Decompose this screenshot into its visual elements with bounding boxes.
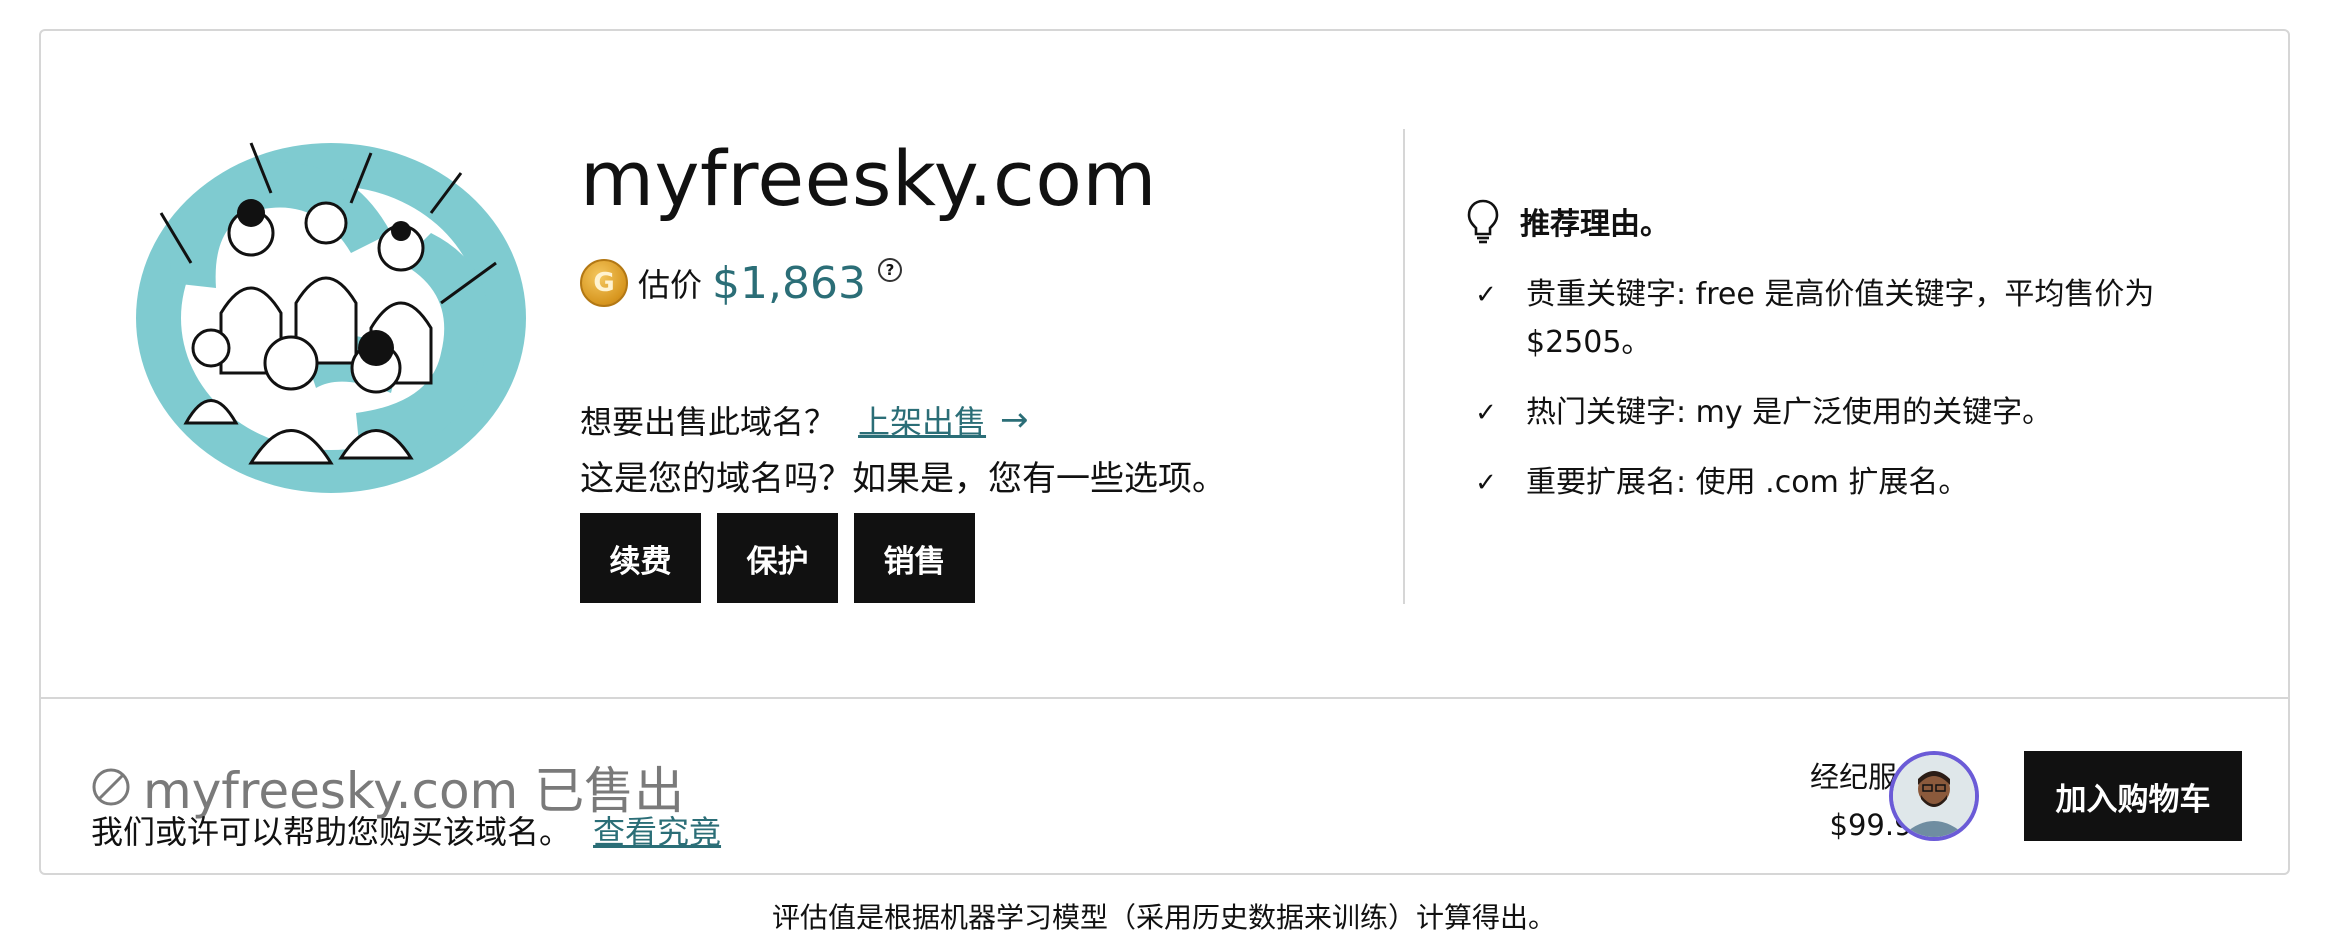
ban-icon	[92, 768, 130, 806]
renew-button[interactable]: 续费	[580, 513, 701, 603]
reason-text: 重要扩展名: 使用 .com 扩展名。	[1526, 465, 1969, 500]
sell-prompt: 想要出售此域名？ 上架出售 →	[580, 397, 1029, 443]
domain-card: myfreesky.com G 估价 $1,863 ? 想要出售此域名？ 上架出…	[39, 29, 2290, 875]
reasons-title: 推荐理由。	[1520, 207, 1670, 242]
see-more-link[interactable]: 查看究竟	[593, 807, 721, 853]
coin-icon: G	[580, 259, 628, 307]
list-for-sale-link[interactable]: 上架出售	[858, 397, 986, 443]
sell-button[interactable]: 销售	[854, 513, 975, 603]
recommendation-reasons: 推荐理由。 ✓ 贵重关键字: free 是高价值关键字，平均售价为 $2505。…	[1466, 193, 2226, 507]
reason-text: 贵重关键字: free 是高价值关键字，平均售价为 $2505。	[1526, 277, 2155, 360]
lightbulb-icon	[1467, 199, 1499, 244]
check-icon: ✓	[1475, 398, 1497, 428]
avatar	[1889, 751, 1979, 841]
check-icon: ✓	[1475, 280, 1497, 310]
reason-item: ✓ 热门关键字: my 是广泛使用的关键字。	[1466, 389, 2226, 437]
domain-summary-section: myfreesky.com G 估价 $1,863 ? 想要出售此域名？ 上架出…	[41, 31, 2288, 697]
broker-avatar-icon	[1893, 755, 1975, 837]
help-buy-row: 我们或许可以帮助您购买该域名。 查看究竟	[91, 807, 721, 853]
section-divider	[1403, 129, 1405, 604]
crowd-illustration	[136, 142, 526, 493]
estimate-label: 估价	[638, 266, 703, 304]
valuation-footnote: 评估值是根据机器学习模型（采用历史数据来训练）计算得出。	[771, 901, 1556, 934]
sell-question: 想要出售此域名？	[580, 403, 837, 441]
estimate-help-icon[interactable]: ?	[877, 258, 902, 282]
domain-title: myfreesky.com	[580, 134, 1157, 223]
reason-item: ✓ 贵重关键字: free 是高价值关键字，平均售价为 $2505。	[1466, 271, 2226, 367]
estimate-value: $1,863	[712, 257, 866, 309]
protect-button[interactable]: 保护	[717, 513, 838, 603]
estimate-row: G 估价 $1,863 ?	[580, 253, 902, 313]
sold-section: myfreesky.com 已售出 我们或许可以帮助您购买该域名。 查看究竟 经…	[41, 697, 2288, 875]
add-to-cart-button[interactable]: 加入购物车	[2024, 751, 2242, 841]
reason-text: 热门关键字: my 是广泛使用的关键字。	[1526, 395, 2053, 430]
ownership-text: 这是您的域名吗？如果是，您有一些选项。	[580, 459, 1226, 499]
check-icon: ✓	[1475, 468, 1497, 498]
help-buy-text: 我们或许可以帮助您购买该域名。	[91, 813, 572, 851]
owner-actions: 续费 保护 销售	[580, 513, 975, 603]
arrow-right-icon[interactable]: →	[1000, 400, 1029, 440]
reason-item: ✓ 重要扩展名: 使用 .com 扩展名。	[1466, 459, 2226, 507]
reasons-header: 推荐理由。	[1466, 193, 2226, 249]
